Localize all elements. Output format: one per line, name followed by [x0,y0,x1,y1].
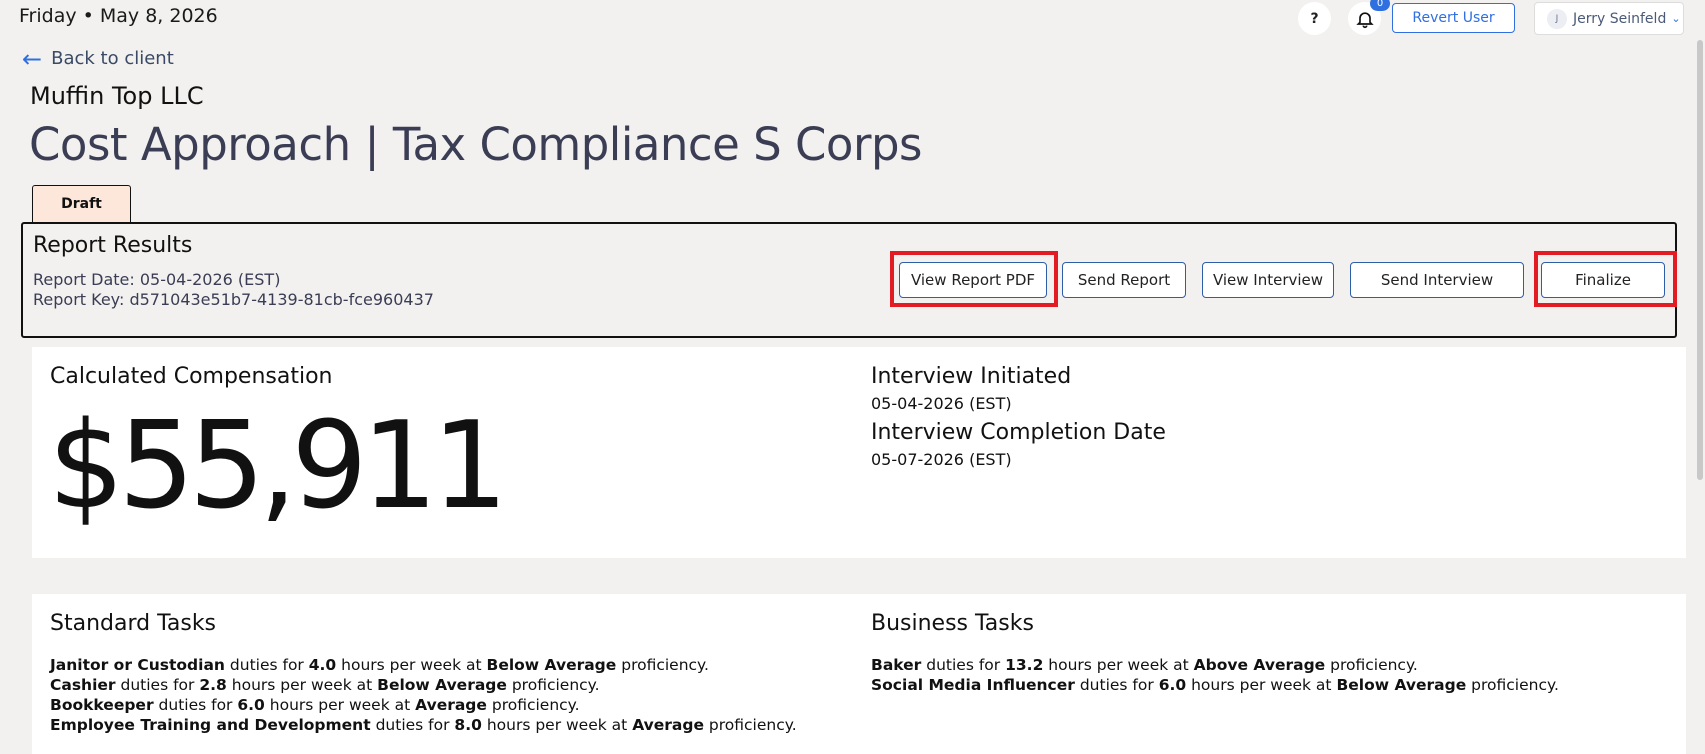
back-to-client-link[interactable]: ← Back to client [22,44,174,73]
report-results-heading: Report Results [33,233,193,258]
user-menu-button[interactable]: J Jerry Seinfeld ⌄ [1534,2,1684,35]
interview-completion-label: Interview Completion Date [871,420,1166,445]
help-button[interactable]: ? [1298,2,1331,35]
list-item: Employee Training and Development duties… [50,716,797,734]
page-scrollbar[interactable] [1697,0,1703,742]
user-name: Jerry Seinfeld [1573,10,1667,27]
view-interview-button[interactable]: View Interview [1202,262,1334,298]
standard-tasks-heading: Standard Tasks [50,611,217,636]
current-date: Friday • May 8, 2026 [19,5,218,27]
chevron-down-icon: ⌄ [1671,12,1681,25]
report-date: Report Date: 05-04-2026 (EST) [33,270,281,289]
notifications-button[interactable]: 0 [1348,0,1390,35]
scrollbar-thumb[interactable] [1697,40,1703,480]
list-item: Social Media Influencer duties for 6.0 h… [871,676,1559,694]
list-item: Baker duties for 13.2 hours per week at … [871,656,1418,674]
list-item: Bookkeeper duties for 6.0 hours per week… [50,696,580,714]
calculated-compensation-heading: Calculated Compensation [50,364,333,389]
send-report-button[interactable]: Send Report [1062,262,1186,298]
notification-count-badge: 0 [1370,0,1390,11]
list-item: Cashier duties for 2.8 hours per week at… [50,676,600,694]
finalize-button[interactable]: Finalize [1541,262,1665,298]
standard-task-list: Janitor or Custodian duties for 4.0 hour… [50,656,797,736]
client-name: Muffin Top LLC [30,82,204,110]
revert-user-button[interactable]: Revert User [1392,3,1515,33]
arrow-left-icon: ← [22,44,43,73]
back-link-label: Back to client [51,48,174,69]
list-item: Janitor or Custodian duties for 4.0 hour… [50,656,709,674]
interview-initiated-label: Interview Initiated [871,364,1072,389]
send-interview-button[interactable]: Send Interview [1350,262,1524,298]
interview-initiated-date: 05-04-2026 (EST) [871,394,1012,413]
bell-icon [1355,11,1374,28]
compensation-amount: $55,911 [48,397,508,536]
status-tab-draft[interactable]: Draft [32,185,131,222]
report-key: Report Key: d571043e51b7-4139-81cb-fce96… [33,290,434,309]
business-task-list: Baker duties for 13.2 hours per week at … [871,656,1559,696]
avatar: J [1547,8,1567,29]
view-report-pdf-button[interactable]: View Report PDF [899,262,1047,298]
page-title: Cost Approach | Tax Compliance S Corps [29,118,922,171]
interview-completion-date: 05-07-2026 (EST) [871,450,1012,469]
business-tasks-heading: Business Tasks [871,611,1034,636]
